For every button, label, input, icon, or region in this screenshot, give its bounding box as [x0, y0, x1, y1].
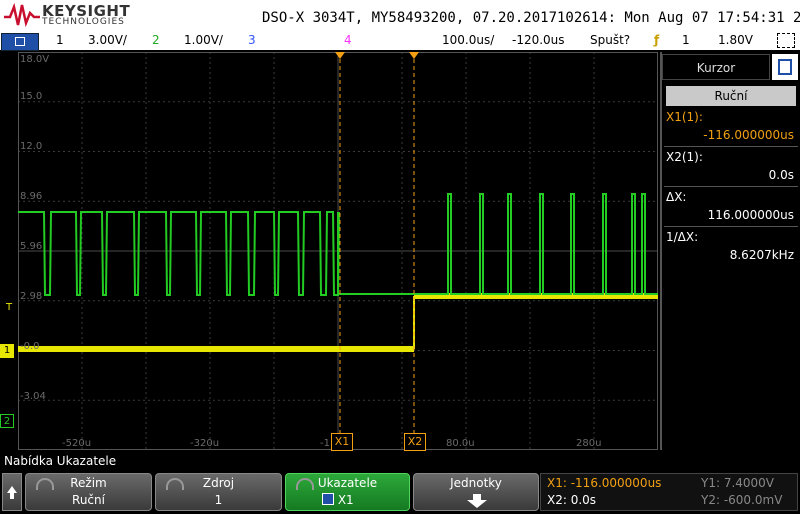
checkbox-icon: [322, 493, 334, 505]
ch3-number[interactable]: 3: [248, 33, 256, 47]
back-button[interactable]: [2, 473, 22, 511]
run-state: Spušt?: [590, 33, 631, 47]
waveform-display[interactable]: [18, 52, 658, 450]
trigger-marker: T: [6, 302, 13, 313]
trigger-slope-icon: ƒ: [654, 33, 660, 47]
ch2-trace: [414, 193, 658, 295]
menu-icon: [778, 59, 792, 75]
source-softkey-value: 1: [214, 493, 223, 507]
instrument-info: DSO-X 3034T, MY58493200, 07.20.201710261…: [262, 10, 800, 26]
x-tick: 280u: [576, 438, 602, 449]
divider: [664, 146, 798, 147]
trigger-position-marker: [335, 52, 345, 59]
up-arrow-icon: [7, 486, 17, 499]
title-bar: KEYSIGHT TECHNOLOGIES DSO-X 3034T, MY584…: [0, 0, 800, 32]
cursor-x2-tag[interactable]: X2: [404, 433, 426, 451]
channel-bar: 1 3.00V/ 2 1.00V/ 3 4 100.0us/ -120.0us …: [0, 32, 800, 51]
inv-delta-x-label: 1/ΔX:: [666, 230, 699, 244]
x2-label: X2(1):: [666, 150, 703, 164]
readout-y1: Y1: 7.4000V: [701, 476, 775, 490]
x-tick: -320u: [190, 438, 220, 449]
graticule: [18, 52, 658, 450]
x-tick: -1: [320, 438, 330, 449]
cursor-panel-title[interactable]: Kurzor: [662, 54, 770, 80]
readout-x2: X2: 0.0s: [547, 493, 597, 507]
y-tick: 8.96: [20, 191, 43, 202]
source-softkey[interactable]: Zdroj 1: [155, 473, 282, 511]
keysight-logo-icon: [4, 3, 40, 27]
cursors-softkey-label: Ukazatele: [317, 476, 378, 490]
y-tick: -0.0: [20, 341, 40, 352]
y-tick: 12.0: [20, 141, 43, 152]
divider: [664, 186, 798, 187]
source-softkey-label: Zdroj: [202, 476, 235, 490]
ch2-trace: [18, 211, 340, 296]
ch2-scale[interactable]: 1.00V/: [184, 33, 223, 47]
softkey-menu-title: Nabídka Ukazatele: [4, 454, 117, 468]
units-softkey[interactable]: Jednotky: [413, 473, 539, 511]
cursor-x2-marker: [409, 52, 419, 59]
y-tick: 5.96: [20, 241, 43, 252]
left-markers: T 1 2: [0, 52, 18, 450]
cursor-mode-value[interactable]: Ruční: [666, 86, 796, 106]
mode-softkey[interactable]: Režim Ruční: [25, 473, 152, 511]
timebase[interactable]: 100.0us/: [442, 33, 494, 47]
readout-x1: X1: -116.000000us: [547, 476, 662, 490]
cursor-select-icon[interactable]: [777, 33, 795, 48]
menu-icon: [15, 37, 25, 46]
x-tick: -520u: [62, 438, 92, 449]
down-arrow-icon: [467, 494, 487, 508]
x2-value: 0.0s: [768, 168, 794, 182]
trigger-level[interactable]: 1.80V: [718, 33, 753, 47]
delay[interactable]: -120.0us: [512, 33, 565, 47]
delta-x-label: ΔX:: [666, 190, 687, 204]
panel-menu-button[interactable]: [772, 54, 798, 80]
readout-y2: Y2: -600.0mV: [701, 493, 783, 507]
ch1-trace: [18, 346, 414, 352]
divider: [664, 226, 798, 227]
x-tick: 80.0u: [446, 438, 475, 449]
cursor-x1-tag[interactable]: X1: [331, 433, 353, 451]
y-tick: 15.0: [20, 91, 43, 102]
delta-x-value: 116.000000us: [707, 208, 794, 222]
cursors-softkey-value: X1: [337, 493, 354, 507]
ch2-trace: [337, 212, 414, 295]
ch2-ground-marker[interactable]: 2: [0, 414, 14, 428]
y-tick: 2.98: [20, 291, 43, 302]
ch1-number[interactable]: 1: [56, 33, 64, 47]
mode-softkey-label: Režim: [70, 476, 107, 490]
inv-delta-x-value: 8.6207kHz: [729, 248, 794, 262]
y-tick: -3.04: [20, 391, 46, 402]
y-tick: 18.0V: [20, 54, 50, 65]
x1-label: X1(1):: [666, 110, 703, 124]
ch4-number[interactable]: 4: [344, 33, 352, 47]
trigger-source[interactable]: 1: [682, 33, 690, 47]
ch1-ground-marker[interactable]: 1: [0, 344, 14, 358]
brand-subtitle: TECHNOLOGIES: [42, 17, 125, 27]
x1-value: -116.000000us: [703, 128, 794, 142]
mode-softkey-value: Ruční: [72, 493, 105, 507]
ch1-scale[interactable]: 3.00V/: [88, 33, 127, 47]
cursors-softkey[interactable]: Ukazatele X1: [285, 473, 410, 511]
cursor-panel: Kurzor Ruční X1(1): -116.000000us X2(1):…: [660, 52, 800, 450]
ch2-number[interactable]: 2: [152, 33, 160, 47]
units-softkey-label: Jednotky: [450, 476, 502, 490]
cursor-readout: X1: -116.000000us X2: 0.0s Y1: 7.4000V Y…: [540, 473, 798, 511]
main-menu-button[interactable]: [1, 33, 39, 51]
